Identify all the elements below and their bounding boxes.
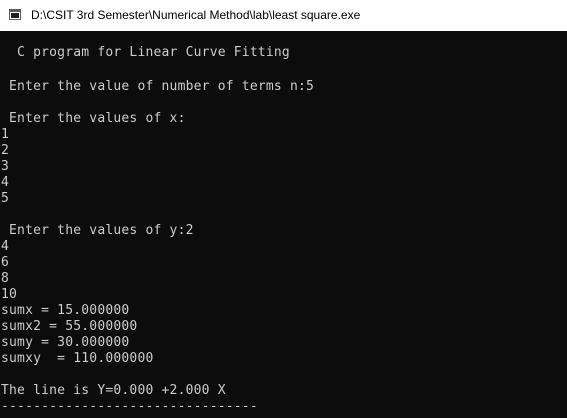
window-title: D:\CSIT 3rd Semester\Numerical Method\la… xyxy=(31,8,361,22)
y-value-line: 4 xyxy=(1,239,10,254)
y-value-line: 8 xyxy=(1,271,10,286)
fitted-line-result: The line is Y=0.000 +2.000 X xyxy=(1,383,226,398)
sumx2-output: sumx2 = 55.000000 xyxy=(1,319,138,334)
x-value-line: 4 xyxy=(1,175,10,190)
title-bar[interactable]: D:\CSIT 3rd Semester\Numerical Method\la… xyxy=(0,0,567,31)
console-app-icon[interactable] xyxy=(9,9,21,20)
y-value-line: 10 xyxy=(1,287,18,302)
console-output[interactable]: C program for Linear Curve Fitting Enter… xyxy=(0,31,567,418)
sumx-output: sumx = 15.000000 xyxy=(1,303,130,318)
sumy-output: sumy = 30.000000 xyxy=(1,335,130,350)
x-value-line: 1 xyxy=(1,127,10,142)
prompt-y-values: Enter the values of y:2 xyxy=(1,223,194,238)
program-heading: C program for Linear Curve Fitting xyxy=(1,45,290,60)
x-value-line: 5 xyxy=(1,191,10,206)
sumxy-output: sumxy = 110.000000 xyxy=(1,351,154,366)
y-value-line: 6 xyxy=(1,255,10,270)
separator-line: -------------------------------- xyxy=(1,399,258,414)
x-value-line: 3 xyxy=(1,159,10,174)
prompt-number-of-terms: Enter the value of number of terms n:5 xyxy=(1,79,315,94)
x-value-line: 2 xyxy=(1,143,10,158)
console-window: D:\CSIT 3rd Semester\Numerical Method\la… xyxy=(0,0,567,418)
prompt-x-values: Enter the values of x: xyxy=(1,111,186,126)
